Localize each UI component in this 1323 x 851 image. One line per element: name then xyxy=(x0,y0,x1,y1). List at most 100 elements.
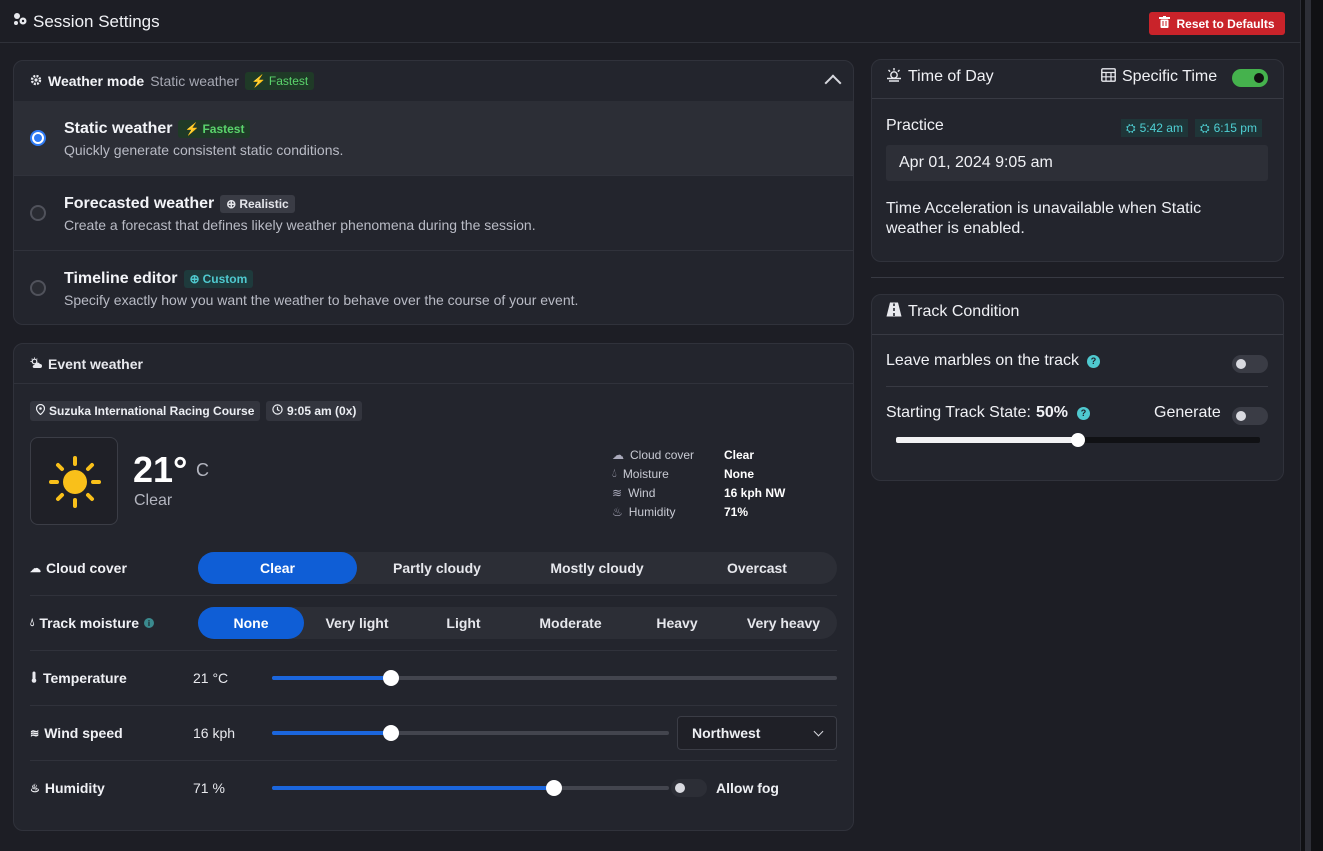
stat-cloud-cover: ☁ Cloud cover Clear xyxy=(612,445,785,464)
clock-icon xyxy=(272,404,283,418)
fastest-badge: ⚡ Fastest xyxy=(244,72,315,90)
track-condition-title: Track Condition xyxy=(908,303,1020,320)
stat-humidity: ♨ Humidity 71% xyxy=(612,502,785,521)
allow-fog-label: Allow fog xyxy=(716,780,779,796)
sunrise-icon xyxy=(886,67,902,87)
session-name: Practice xyxy=(886,117,944,134)
stat-label: ≋ Wind xyxy=(612,486,724,500)
reset-label: Reset to Defaults xyxy=(1176,16,1275,31)
stat-value: None xyxy=(724,466,754,481)
track-state-slider[interactable] xyxy=(896,433,1260,447)
top-bar: Session Settings Reset to Defaults xyxy=(0,0,1301,43)
marbles-toggle[interactable] xyxy=(1232,355,1268,373)
bolt-icon: ⚡ xyxy=(250,74,266,88)
stat-label-text: Humidity xyxy=(628,504,676,519)
cloud-cover-label-text: Cloud cover xyxy=(46,560,127,576)
divider xyxy=(30,705,837,706)
temperature-label: Temperature xyxy=(30,670,127,686)
wind-direction-value: Northwest xyxy=(692,725,761,741)
option-static-weather[interactable]: Static weather ⚡ Fastest Quickly generate… xyxy=(14,101,853,175)
sun-cloud-icon xyxy=(30,356,42,372)
divider xyxy=(30,595,837,596)
humidity-label: ♨ Humidity xyxy=(30,780,105,796)
cloud-option-partly-cloudy[interactable]: Partly cloudy xyxy=(357,552,517,584)
session-time: 9:05 am (0x) xyxy=(287,404,357,418)
stat-label-text: Wind xyxy=(628,485,656,500)
option-timeline-editor[interactable]: Timeline editor ⊕ Custom Specify exactly … xyxy=(14,251,853,325)
cloud-icon: ☁ xyxy=(612,447,624,462)
info-icon[interactable]: i xyxy=(144,618,155,628)
divider xyxy=(886,386,1268,387)
humidity-icon: ♨ xyxy=(30,782,40,795)
cloud-icon: ☁ xyxy=(30,562,41,575)
datetime-input[interactable]: Apr 01, 2024 9:05 am xyxy=(886,145,1268,181)
slider-fill xyxy=(896,437,1078,443)
sunrise-time: 5:42 am xyxy=(1139,121,1183,135)
allow-fog-toggle[interactable] xyxy=(671,779,707,797)
specific-time-toggle[interactable] xyxy=(1232,69,1268,87)
sunrise-badge: ⛭ 5:42 am xyxy=(1121,119,1188,137)
help-icon[interactable]: ? xyxy=(1087,354,1100,368)
wind-speed-label-text: Wind speed xyxy=(44,725,123,741)
option-forecasted-weather[interactable]: Forecasted weather ⊕ Realistic Create a f… xyxy=(14,176,853,250)
track-chip: Suzuka International Racing Course xyxy=(30,401,261,421)
realistic-badge: ⊕ Realistic xyxy=(220,195,295,213)
option-title: Timeline editor ⊕ Custom xyxy=(64,270,254,288)
moisture-option-very-light[interactable]: Very light xyxy=(304,607,410,639)
cloud-option-mostly-cloudy[interactable]: Mostly cloudy xyxy=(517,552,677,584)
moisture-option-moderate[interactable]: Moderate xyxy=(517,607,624,639)
sunset-time: 6:15 pm xyxy=(1213,121,1257,135)
track-state-label: Starting Track State: 50% ? xyxy=(886,404,1090,422)
wind-speed-slider[interactable] xyxy=(272,725,669,741)
reset-to-defaults-button[interactable]: Reset to Defaults xyxy=(1149,12,1285,35)
stat-value: 16 kph NW xyxy=(724,485,786,500)
globe-icon: ⊕ xyxy=(226,197,237,211)
radio-forecasted-weather[interactable] xyxy=(30,205,46,221)
divider xyxy=(872,334,1283,335)
moisture-option-none[interactable]: None xyxy=(198,607,304,639)
marbles-label-text: Leave marbles on the track xyxy=(886,352,1079,369)
stat-value: 71% xyxy=(724,504,749,519)
time-of-day-header: Time of Day xyxy=(886,58,994,96)
stat-label-text: Moisture xyxy=(622,466,669,481)
option-title: Static weather ⚡ Fastest xyxy=(64,120,251,138)
window-scrollbar[interactable] xyxy=(1301,0,1323,851)
scrollbar-track[interactable] xyxy=(1305,0,1311,851)
cloud-option-clear[interactable]: Clear xyxy=(198,552,357,584)
option-description: Create a forecast that defines likely we… xyxy=(64,217,536,233)
temperature-slider[interactable] xyxy=(272,670,837,686)
moisture-option-light[interactable]: Light xyxy=(410,607,517,639)
divider xyxy=(872,98,1283,99)
wind-speed-value: 16 kph xyxy=(193,725,236,741)
time-acceleration-note: Time Acceleration is unavailable when St… xyxy=(886,200,1202,237)
moisture-option-heavy[interactable]: Heavy xyxy=(624,607,730,639)
stat-wind: ≋ Wind 16 kph NW xyxy=(612,483,785,502)
divider xyxy=(30,650,837,651)
stat-label-text: Cloud cover xyxy=(630,447,695,462)
generate-toggle[interactable] xyxy=(1232,407,1268,425)
plus-circle-icon: ⊕ xyxy=(189,272,200,286)
option-title-text: Timeline editor xyxy=(64,270,178,287)
radio-static-weather[interactable] xyxy=(30,130,46,146)
badge-label: Fastest xyxy=(202,122,245,136)
bolt-icon: ⚡ xyxy=(184,122,200,136)
radio-timeline-editor[interactable] xyxy=(30,280,46,296)
cloud-option-overcast[interactable]: Overcast xyxy=(677,552,837,584)
humidity-slider[interactable] xyxy=(272,780,669,796)
marbles-label: Leave marbles on the track ? xyxy=(886,352,1100,370)
slider-knob[interactable] xyxy=(545,780,562,796)
temperature-value: 21 °C xyxy=(193,670,229,686)
settings-icon xyxy=(12,11,28,32)
chevron-up-icon[interactable] xyxy=(824,74,842,92)
slider-knob[interactable] xyxy=(383,725,400,741)
moisture-option-very-heavy[interactable]: Very heavy xyxy=(730,607,837,639)
wind-direction-select[interactable]: Northwest xyxy=(677,716,837,750)
slider-knob[interactable] xyxy=(1071,433,1085,447)
weather-mode-header[interactable]: Weather mode Static weather ⚡ Fastest xyxy=(14,61,853,101)
help-icon[interactable]: ? xyxy=(1076,406,1090,420)
current-condition: Clear xyxy=(134,492,173,509)
slider-knob[interactable] xyxy=(382,670,399,686)
weather-icon-box xyxy=(30,437,118,525)
track-moisture-label: 💧︎ Track moisture i xyxy=(30,615,155,631)
slider-fill xyxy=(272,731,392,735)
